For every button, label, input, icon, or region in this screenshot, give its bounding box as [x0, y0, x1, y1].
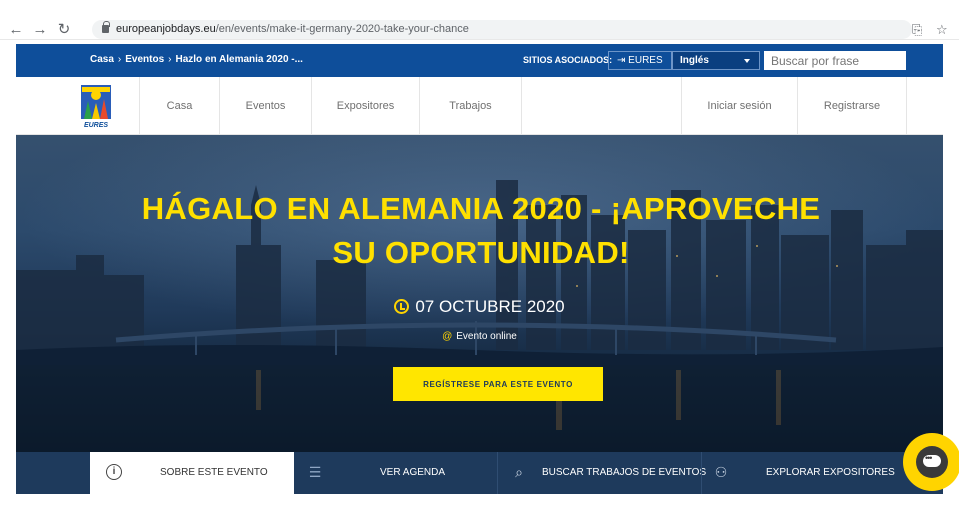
login-link[interactable]: Iniciar sesión: [681, 77, 797, 135]
info-icon: i: [106, 464, 122, 480]
register-event-button[interactable]: REGÍSTRESE PARA ESTE EVENTO: [393, 367, 603, 401]
tab-search-jobs-label: BUSCAR TRABAJOS DE EVENTOS: [542, 467, 707, 478]
url-text: europeanjobdays.eu/en/events/make-it-ger…: [116, 23, 469, 35]
tab-about[interactable]: i SOBRE ESTE EVENTO: [90, 452, 294, 494]
search-jobs-icon: ⌕: [515, 464, 523, 480]
browser-chrome: ← → ↻ europeanjobdays.eu/en/events/make-…: [0, 0, 959, 40]
external-link-icon: ⇥: [617, 55, 629, 66]
address-bar[interactable]: europeanjobdays.eu/en/events/make-it-ger…: [92, 20, 912, 39]
event-location-text: Evento online: [456, 331, 517, 342]
eures-label: EURES: [628, 55, 663, 66]
eures-link-button[interactable]: ⇥ EURES: [608, 51, 672, 70]
tab-exhibitors-label: EXPLORAR EXPOSITORES: [766, 467, 895, 478]
breadcrumb-current: Hazlo en Alemania 2020 -...: [175, 54, 303, 65]
lock-icon: [102, 21, 110, 33]
star-icon[interactable]: ☆: [936, 22, 948, 38]
tab-about-label: SOBRE ESTE EVENTO: [160, 467, 268, 478]
page-content-area: [16, 494, 943, 524]
event-title-line2: SU OPORTUNIDAD!: [332, 235, 630, 270]
chat-bubble-icon: [916, 446, 948, 478]
eures-logo[interactable]: EURES: [78, 83, 114, 129]
at-icon: @: [442, 331, 453, 342]
nav-spacer: [521, 77, 681, 135]
top-bar: Casa › Eventos › Hazlo en Alemania 2020 -...…: [16, 44, 943, 77]
nav-item-jobs[interactable]: Trabajos: [419, 77, 521, 135]
chat-button[interactable]: [903, 433, 959, 491]
associated-sites-label: SITIOS ASOCIADOS:: [523, 55, 613, 65]
event-location: @ Evento online: [16, 331, 943, 342]
chevron-down-icon: [744, 59, 750, 63]
tab-search-jobs[interactable]: ⌕ BUSCAR TRABAJOS DE EVENTOS: [498, 452, 706, 494]
translate-icon[interactable]: ⎘: [912, 22, 922, 38]
nav-item-events[interactable]: Eventos: [219, 77, 311, 135]
language-select[interactable]: Inglés: [672, 51, 760, 70]
language-value: Inglés: [680, 55, 709, 66]
nav-item-exhibitors[interactable]: Expositores: [311, 77, 419, 135]
event-tabs: i SOBRE ESTE EVENTO ☰ VER AGENDA ⌕ BUSCA…: [16, 452, 943, 494]
register-link[interactable]: Registrarse: [797, 77, 907, 135]
hero-banner: HÁGALO EN ALEMANIA 2020 - ¡APROVECHE SU …: [16, 135, 943, 452]
list-icon: ☰: [308, 464, 322, 480]
event-title: HÁGALO EN ALEMANIA 2020 - ¡APROVECHE SU …: [106, 187, 856, 275]
clock-icon: [394, 299, 410, 314]
city-skyline-image: [16, 180, 943, 452]
main-nav: EURES Casa Eventos Expositores Trabajos …: [16, 77, 943, 135]
nav-item-home[interactable]: Casa: [139, 77, 219, 135]
tab-agenda[interactable]: ☰ VER AGENDA: [294, 452, 496, 494]
tab-exhibitors[interactable]: ⚇ EXPLORAR EXPOSITORES: [702, 452, 902, 494]
breadcrumb-events[interactable]: Eventos: [125, 54, 164, 65]
tab-agenda-label: VER AGENDA: [380, 467, 446, 478]
event-title-line1: HÁGALO EN ALEMANIA 2020 - ¡APROVECHE: [141, 191, 821, 226]
logo-text: EURES: [84, 122, 108, 129]
search-input[interactable]: [764, 51, 906, 70]
breadcrumb-home[interactable]: Casa: [90, 54, 114, 65]
event-date: 07 OCTUBRE 2020: [16, 297, 943, 317]
forward-icon[interactable]: →: [30, 20, 50, 40]
breadcrumb: Casa › Eventos › Hazlo en Alemania 2020 -...: [90, 54, 303, 65]
reload-icon[interactable]: ↻: [54, 20, 74, 40]
event-date-text: 07 OCTUBRE 2020: [415, 297, 565, 316]
users-icon: ⚇: [714, 464, 728, 480]
breadcrumb-separator: ›: [168, 54, 172, 65]
breadcrumb-separator: ›: [117, 54, 122, 65]
back-icon[interactable]: ←: [6, 20, 26, 40]
